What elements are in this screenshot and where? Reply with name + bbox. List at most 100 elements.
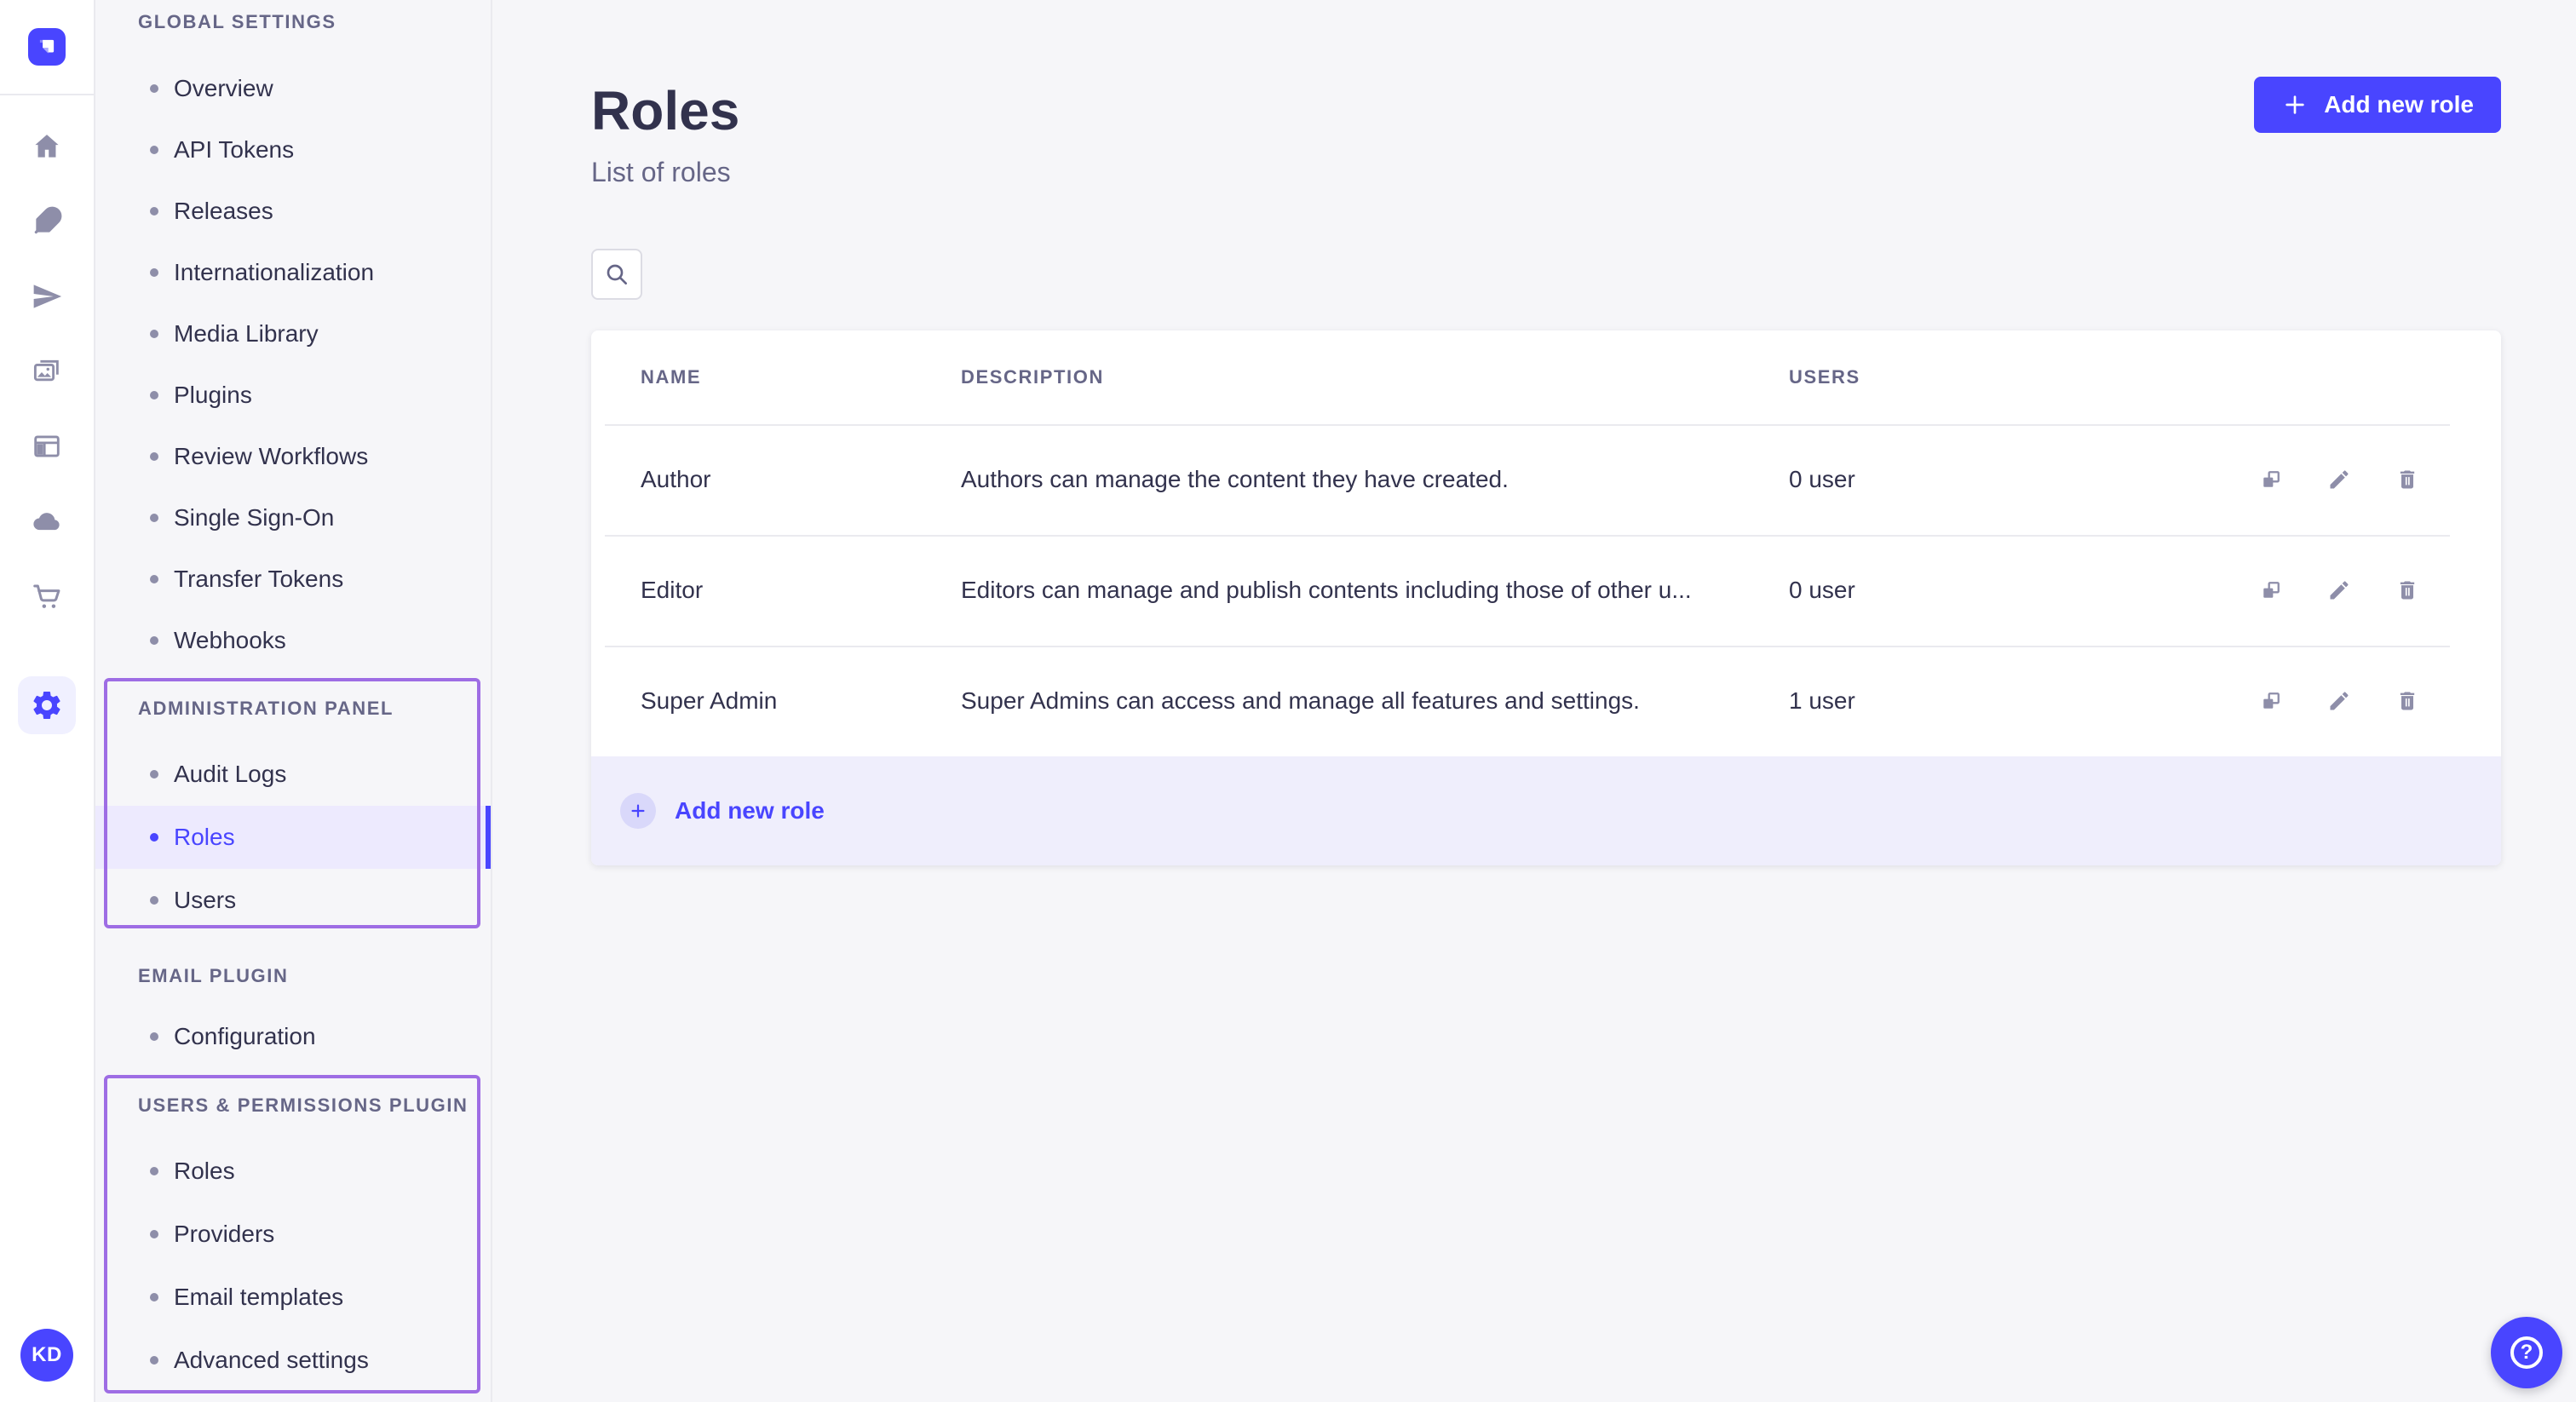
row-actions <box>2257 466 2421 493</box>
subnav-item-up-roles[interactable]: Roles <box>95 1140 491 1203</box>
column-header-description: DESCRIPTION <box>961 366 1104 388</box>
subnav-item-review-workflows[interactable]: Review Workflows <box>95 426 491 487</box>
row-actions <box>2257 687 2421 715</box>
bullet-icon <box>150 896 158 905</box>
search-button[interactable] <box>591 249 642 300</box>
bullet-icon <box>150 1356 158 1365</box>
delete-icon[interactable] <box>2394 466 2421 493</box>
subnav-item-plugins[interactable]: Plugins <box>95 365 491 426</box>
edit-icon[interactable] <box>2326 687 2353 715</box>
subnav-item-media-library[interactable]: Media Library <box>95 303 491 365</box>
subnav-item-label: Audit Logs <box>174 761 287 787</box>
marketplace-cart-icon[interactable] <box>26 576 67 617</box>
help-button[interactable]: ? <box>2491 1317 2562 1388</box>
delete-icon[interactable] <box>2394 577 2421 604</box>
cell-users: 0 user <box>1789 577 1855 603</box>
bullet-icon <box>150 452 158 461</box>
subnav-item-label: Configuration <box>174 1023 316 1049</box>
row-actions <box>2257 577 2421 604</box>
cell-description: Super Admins can access and manage all f… <box>961 687 1640 714</box>
duplicate-icon[interactable] <box>2257 687 2285 715</box>
subnav-item-roles-active[interactable]: Roles <box>95 806 491 869</box>
cell-description: Editors can manage and publish contents … <box>961 577 1692 603</box>
subnav-item-label: Advanced settings <box>174 1347 369 1373</box>
delete-icon[interactable] <box>2394 687 2421 715</box>
content-type-builder-icon[interactable] <box>26 426 67 467</box>
table-footer-add-role[interactable]: Add new role <box>591 756 2501 865</box>
subnav-item-providers[interactable]: Providers <box>95 1203 491 1266</box>
plus-icon <box>2286 95 2304 114</box>
strapi-logo[interactable] <box>28 28 66 66</box>
duplicate-icon[interactable] <box>2257 466 2285 493</box>
subnav-item-label: Plugins <box>174 382 252 408</box>
subnav-item-api-tokens[interactable]: API Tokens <box>95 119 491 181</box>
user-avatar[interactable]: KD <box>20 1329 73 1382</box>
edit-icon[interactable] <box>2326 577 2353 604</box>
home-icon[interactable] <box>26 126 67 167</box>
subnav-item-label: Providers <box>174 1221 275 1247</box>
subnav-item-email-templates[interactable]: Email templates <box>95 1266 491 1329</box>
bullet-icon <box>150 833 158 842</box>
help-icon: ? <box>2510 1336 2543 1369</box>
media-library-icon[interactable] <box>26 351 67 392</box>
cell-users: 1 user <box>1789 687 1855 714</box>
bullet-icon <box>150 84 158 93</box>
subnav-item-label: Review Workflows <box>174 443 369 469</box>
subnav-section-administration-panel: ADMINISTRATION PANEL Audit Logs Roles Us… <box>95 685 491 932</box>
subnav-item-transfer-tokens[interactable]: Transfer Tokens <box>95 549 491 610</box>
settings-subnav: GLOBAL SETTINGS Overview API Tokens Rele… <box>95 0 492 1402</box>
add-new-role-button-label: Add new role <box>2324 91 2474 118</box>
subnav-item-webhooks[interactable]: Webhooks <box>95 610 491 671</box>
bullet-icon <box>150 1167 158 1175</box>
subnav-item-label: Webhooks <box>174 627 286 653</box>
subnav-item-audit-logs[interactable]: Audit Logs <box>95 743 491 806</box>
strapi-logo-icon <box>39 39 55 54</box>
subnav-section-global-settings: GLOBAL SETTINGS Overview API Tokens Rele… <box>95 0 491 671</box>
subnav-item-configuration[interactable]: Configuration <box>95 1005 491 1068</box>
subnav-item-label: Transfer Tokens <box>174 566 344 592</box>
subnav-section-users-permissions-plugin: USERS & PERMISSIONS PLUGIN Roles Provide… <box>95 1082 491 1392</box>
duplicate-icon[interactable] <box>2257 577 2285 604</box>
bullet-icon <box>150 1293 158 1301</box>
cell-description: Authors can manage the content they have… <box>961 466 1509 492</box>
section-label: USERS & PERMISSIONS PLUGIN <box>138 1095 469 1116</box>
subnav-item-label: Roles <box>174 1158 235 1184</box>
bullet-icon <box>150 391 158 399</box>
page-header: Roles List of roles Add new role <box>591 77 2501 192</box>
subnav-item-advanced-settings[interactable]: Advanced settings <box>95 1329 491 1392</box>
cell-users: 0 user <box>1789 466 1855 492</box>
table-header-row: NAME DESCRIPTION USERS <box>591 330 2501 424</box>
subnav-item-label: Single Sign-On <box>174 504 335 531</box>
subnav-item-label: Media Library <box>174 320 319 347</box>
subnav-item-label: API Tokens <box>174 136 295 163</box>
plus-circle-icon <box>620 793 656 829</box>
cloud-icon[interactable] <box>26 501 67 542</box>
rail-icon-nav <box>0 95 94 734</box>
subnav-item-label: Internationalization <box>174 259 375 285</box>
subnav-item-single-sign-on[interactable]: Single Sign-On <box>95 487 491 549</box>
table-row-author[interactable]: Author Authors can manage the content th… <box>591 424 2501 535</box>
deploy-paper-plane-icon[interactable] <box>26 276 67 317</box>
cell-name: Editor <box>641 577 704 603</box>
bullet-icon <box>150 514 158 522</box>
subnav-item-label: Users <box>174 887 237 913</box>
section-label: GLOBAL SETTINGS <box>138 11 336 32</box>
content-manager-feather-icon[interactable] <box>26 201 67 242</box>
column-header-name: NAME <box>641 366 702 388</box>
settings-gear-icon[interactable] <box>18 676 76 734</box>
subnav-item-overview[interactable]: Overview <box>95 58 491 119</box>
roles-table-card: NAME DESCRIPTION USERS Author Authors ca… <box>591 330 2501 865</box>
table-row-super-admin[interactable]: Super Admin Super Admins can access and … <box>591 646 2501 756</box>
subnav-item-releases[interactable]: Releases <box>95 181 491 242</box>
bullet-icon <box>150 636 158 645</box>
page-title: Roles <box>591 80 740 141</box>
add-new-role-button[interactable]: Add new role <box>2254 77 2501 133</box>
page-title-block: Roles List of roles <box>591 77 739 192</box>
table-footer-add-role-label: Add new role <box>675 797 825 824</box>
table-row-editor[interactable]: Editor Editors can manage and publish co… <box>591 535 2501 646</box>
edit-icon[interactable] <box>2326 466 2353 493</box>
strapi-admin-app: KD GLOBAL SETTINGS Overview API Tokens R… <box>0 0 2576 1402</box>
subnav-item-users[interactable]: Users <box>95 869 491 932</box>
bullet-icon <box>150 330 158 338</box>
subnav-item-internationalization[interactable]: Internationalization <box>95 242 491 303</box>
